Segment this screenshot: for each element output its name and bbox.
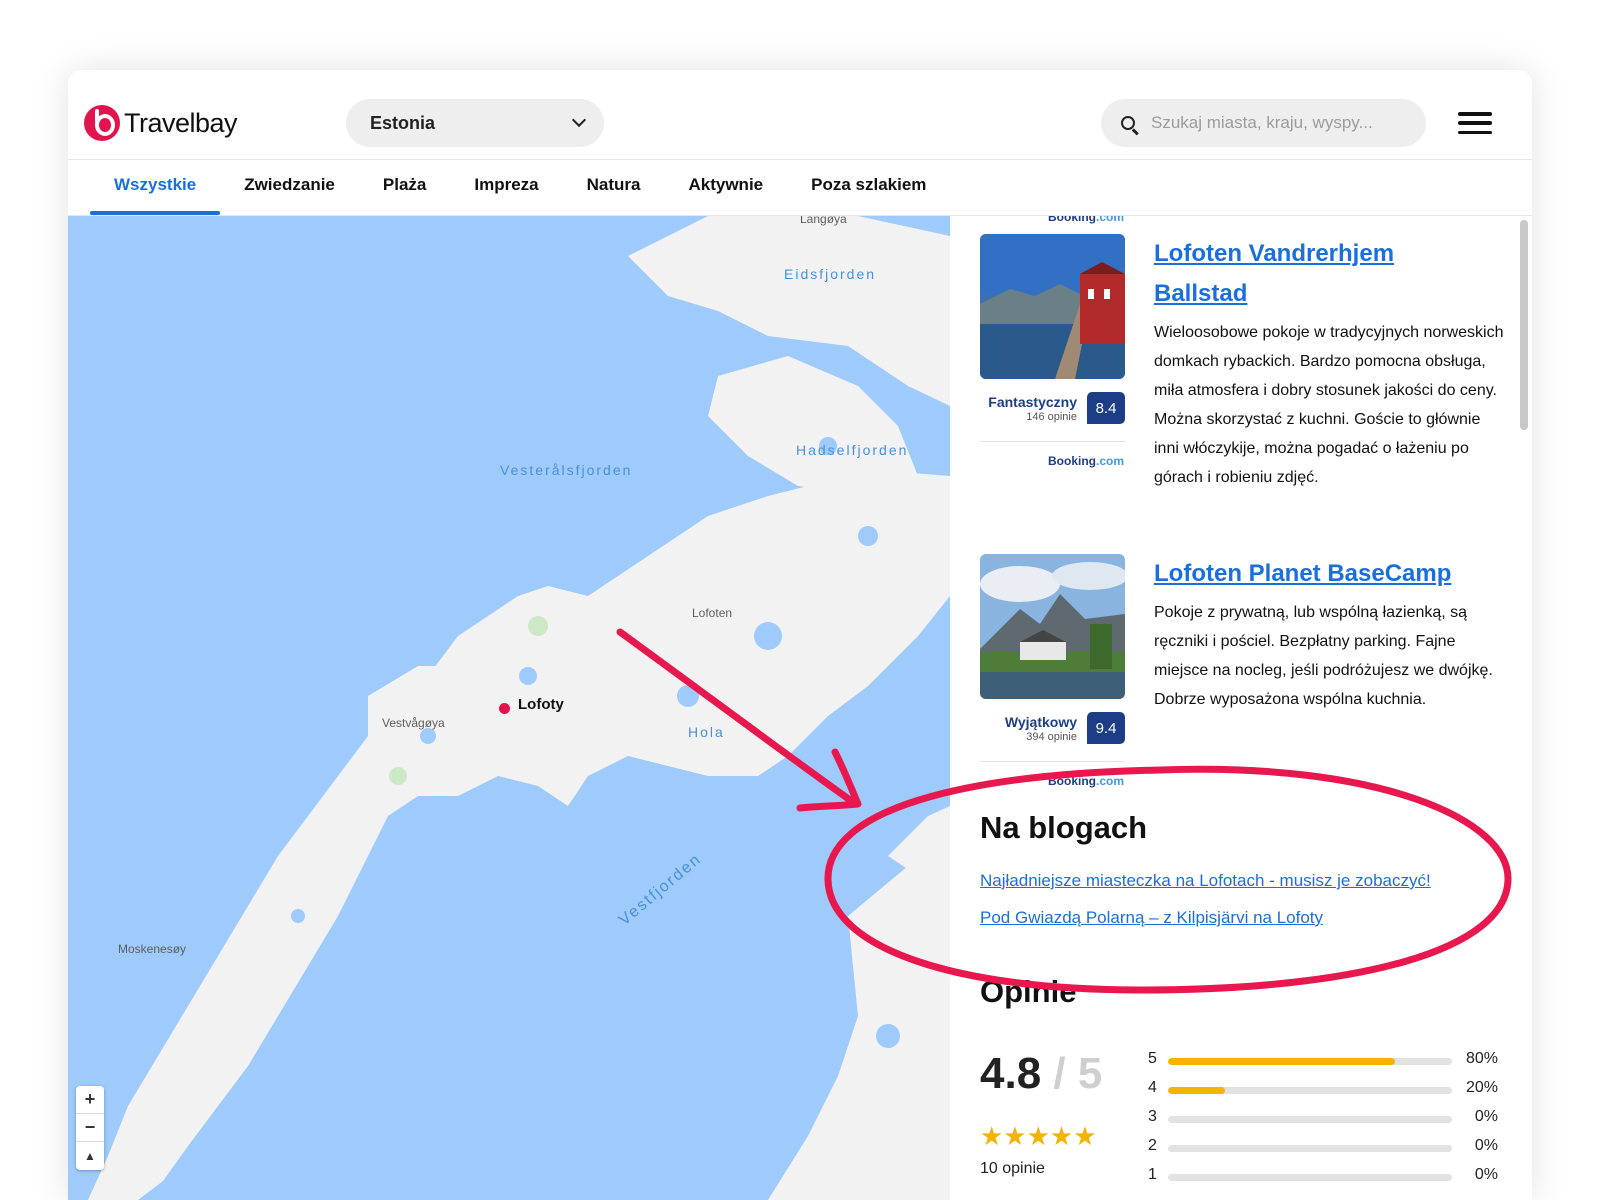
- category-tabs: Wszystkie Zwiedzanie Plaża Impreza Natur…: [68, 160, 1532, 216]
- rating-score: 8.4: [1087, 392, 1125, 424]
- tab-wszystkie[interactable]: Wszystkie: [90, 160, 221, 215]
- rating-bar-row: 3 0%: [1148, 1108, 1498, 1130]
- tab-plaza[interactable]: Plaża: [359, 160, 450, 215]
- country-select-value: Estonia: [370, 112, 436, 133]
- map-label-eidsfjorden: Eidsfjorden: [784, 266, 877, 282]
- hotel-rating: Fantastyczny 146 opinie 8.4: [980, 392, 1125, 442]
- logo-icon: [84, 105, 120, 141]
- map[interactable]: Langøya Eidsfjorden Hadselfjorden Vester…: [68, 216, 950, 1200]
- hotel-description: Wieloosobowe pokoje w tradycyjnych norwe…: [1154, 324, 1504, 486]
- rating-bar-row: 5 80%: [1148, 1050, 1498, 1072]
- map-label-vesteralsfjorden: Vesterålsfjorden: [500, 462, 633, 478]
- rating-bar-fill: [1168, 1087, 1225, 1094]
- rating-bar-row: 1 0%: [1148, 1166, 1498, 1188]
- rating-bar-stars: 2: [1148, 1137, 1157, 1154]
- blog-link[interactable]: Najładniejsze miasteczka na Lofotach - m…: [980, 871, 1431, 891]
- rating-bar-stars: 5: [1148, 1050, 1157, 1067]
- tab-zwiedzanie[interactable]: Zwiedzanie: [220, 160, 359, 215]
- rating-bar-percent: 0%: [1474, 1166, 1498, 1183]
- review-count: 10 opinie: [980, 1160, 1045, 1177]
- hotel-rating: Wyjątkowy 394 opinie 9.4: [980, 712, 1125, 762]
- rating-bar-track: [1168, 1087, 1452, 1094]
- chevron-down-icon: [571, 112, 587, 128]
- hotel-title-link[interactable]: Lofoten Vandrerhjem Ballstad: [1154, 234, 1494, 314]
- rating-bar-track: [1168, 1116, 1452, 1123]
- tab-impreza[interactable]: Impreza: [450, 160, 562, 215]
- rating-bar-stars: 3: [1148, 1108, 1157, 1125]
- rating-bar-track: [1168, 1174, 1452, 1181]
- rating-bar-row: 4 20%: [1148, 1079, 1498, 1101]
- country-select[interactable]: Estonia: [346, 99, 604, 147]
- rating-bar-percent: 0%: [1474, 1137, 1498, 1154]
- map-label-hadselfjorden: Hadselfjorden: [796, 442, 909, 458]
- hotel-description: Pokoje z prywatną, lub wspólną łazienką,…: [1154, 604, 1493, 708]
- zoom-controls: + − ▲: [76, 1086, 104, 1170]
- tab-poza-szlakiem[interactable]: Poza szlakiem: [787, 160, 950, 215]
- hotel-title-link[interactable]: Lofoten Planet BaseCamp: [1154, 554, 1494, 594]
- app-window: Travelbay Estonia Wszystkie Zwiedzanie P…: [68, 70, 1532, 1200]
- rating-bar-stars: 1: [1148, 1166, 1157, 1183]
- reviews-heading: Opinie: [980, 974, 1077, 1009]
- search-box: [1101, 99, 1426, 147]
- rating-count: 146 opinie: [1026, 411, 1077, 423]
- map-label-hola: Hola: [688, 724, 725, 740]
- booking-logo: Booking.com: [1048, 774, 1125, 788]
- review-score: 4.8 / 5: [980, 1049, 1103, 1098]
- rating-bar-track: [1168, 1058, 1452, 1065]
- map-label-lofoten: Lofoten: [692, 606, 733, 620]
- logo[interactable]: Travelbay: [84, 103, 238, 143]
- star-icons: ★★★★★: [980, 1121, 1097, 1151]
- blogs-heading: Na blogach: [980, 810, 1148, 845]
- map-label-moskenesoy: Moskenesøy: [118, 942, 187, 956]
- rating-count: 394 opinie: [1026, 731, 1077, 743]
- rating-bar-stars: 4: [1148, 1079, 1157, 1096]
- header: Travelbay Estonia: [68, 70, 1532, 160]
- hamburger-menu-icon[interactable]: [1458, 112, 1492, 134]
- blog-link[interactable]: Pod Gwiazdą Polarną – z Kilpisjärvi na L…: [980, 908, 1323, 928]
- search-input[interactable]: [1151, 113, 1401, 133]
- hotel-image[interactable]: [980, 234, 1125, 379]
- zoom-out-button[interactable]: −: [76, 1114, 104, 1142]
- details-panel: Booking.com Fantastyczny 146 opinie 8.4 …: [950, 216, 1532, 1200]
- panel-scrollbar[interactable]: [1520, 220, 1528, 430]
- rating-bar-percent: 0%: [1474, 1108, 1498, 1125]
- rating-score: 9.4: [1087, 712, 1125, 744]
- map-label-vestvagoya: Vestvågøya: [382, 716, 445, 730]
- place-marker-label: Lofoty: [518, 696, 564, 713]
- logo-text: Travelbay: [124, 107, 238, 138]
- rating-word: Wyjątkowy: [1004, 714, 1077, 730]
- rating-bar-percent: 20%: [1465, 1079, 1498, 1096]
- compass-icon[interactable]: ▲: [76, 1142, 104, 1170]
- map-label-langoya: Langøya: [800, 216, 847, 226]
- tab-aktywnie[interactable]: Aktywnie: [664, 160, 787, 215]
- rating-bar-row: 2 0%: [1148, 1137, 1498, 1159]
- booking-logo: Booking.com: [1048, 454, 1125, 468]
- place-marker[interactable]: [499, 703, 510, 714]
- zoom-in-button[interactable]: +: [76, 1086, 104, 1114]
- search-icon: [1121, 116, 1135, 130]
- rating-bar-percent: 80%: [1465, 1050, 1498, 1067]
- booking-logo: Booking.com: [1048, 216, 1125, 224]
- rating-bar-fill: [1168, 1058, 1396, 1065]
- hotel-image[interactable]: [980, 554, 1125, 699]
- rating-word: Fantastyczny: [988, 394, 1077, 410]
- tab-natura[interactable]: Natura: [563, 160, 665, 215]
- rating-bar-track: [1168, 1145, 1452, 1152]
